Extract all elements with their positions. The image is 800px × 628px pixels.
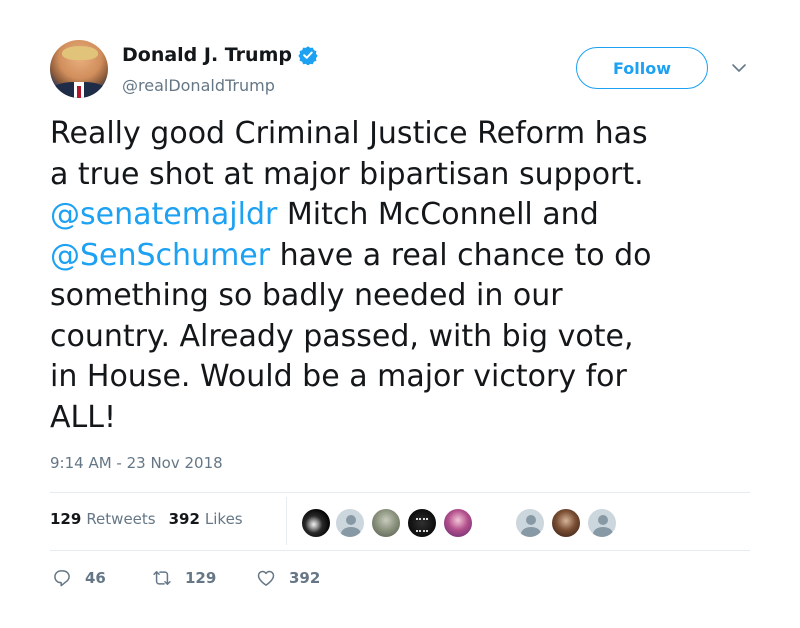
divider (50, 492, 750, 493)
tweet-text-segment: a true shot at major bipartisan support. (50, 156, 644, 192)
tweet-text-line: Really good Criminal Justice Reform has (50, 114, 770, 155)
tweet-text-segment: Mitch McConnell and (277, 197, 599, 232)
liker-avatar[interactable] (586, 507, 618, 539)
follow-button[interactable]: Follow (576, 47, 708, 89)
tweet-timestamp[interactable]: 9:14 AM - 23 Nov 2018 (50, 454, 223, 472)
liker-avatar[interactable] (370, 507, 402, 539)
retweets-count[interactable]: 129 (50, 510, 81, 528)
chevron-down-icon[interactable] (731, 62, 747, 74)
avatar-hair (62, 46, 98, 60)
like-action[interactable]: 392 (256, 568, 320, 588)
avatar-tie (77, 86, 81, 98)
tweet-text-line: @senatemajldr Mitch McConnell and (50, 195, 770, 236)
divider (50, 550, 750, 551)
display-name[interactable]: Donald J. Trump (122, 44, 292, 66)
reply-icon (54, 570, 70, 587)
retweet-icon (153, 571, 171, 585)
retweet-count: 129 (185, 569, 217, 587)
tweet-text-line: something so badly needed in our (50, 276, 770, 317)
liker-avatar[interactable] (406, 507, 438, 539)
tweet-text-line: in House. Would be a major victory for (50, 357, 770, 398)
tweet-text-line: ALL! (50, 398, 770, 439)
mention-link[interactable]: @senatemajldr (50, 197, 277, 232)
tweet-card: Donald J. Trump @realDonaldTrump Follow … (0, 0, 800, 628)
liker-avatar[interactable] (514, 507, 546, 539)
liker-avatar[interactable] (334, 507, 366, 539)
liker-avatar[interactable] (442, 507, 474, 539)
like-count: 392 (289, 569, 321, 587)
engagement-stats: 129 Retweets 392 Likes (50, 510, 243, 528)
tweet-text-segment: in House. Would be a major victory for (50, 359, 627, 394)
tweet-text-segment: Really good Criminal Justice Reform has (50, 116, 648, 151)
tweet-text-line: country. Already passed, with big vote, (50, 317, 770, 358)
tweet-text-segment: have a real chance to do (270, 237, 652, 273)
tweet-text-segment: ALL! (50, 399, 116, 435)
reply-count: 46 (85, 569, 106, 587)
reply-action[interactable]: 46 (52, 568, 152, 588)
tweet-actions: 46 129 392 (52, 568, 320, 588)
tweet-text: Really good Criminal Justice Reform has a… (50, 114, 770, 438)
user-handle[interactable]: @realDonaldTrump (122, 76, 275, 95)
profile-avatar[interactable] (50, 40, 108, 98)
author-name-row: Donald J. Trump (122, 44, 318, 66)
heart-icon (257, 570, 275, 586)
retweets-label[interactable]: Retweets (86, 510, 155, 528)
tweet-text-line: a true shot at major bipartisan support. (50, 155, 770, 196)
tweet-text-segment: something so badly needed in our (50, 278, 563, 313)
tweet-text-line: @SenSchumer have a real chance to do (50, 236, 770, 277)
likes-label[interactable]: Likes (205, 510, 243, 528)
liker-avatar[interactable] (550, 507, 582, 539)
verified-badge-icon (298, 46, 318, 65)
mention-link[interactable]: @SenSchumer (50, 238, 270, 273)
retweet-action[interactable]: 129 (152, 568, 256, 588)
tweet-text-segment: country. Already passed, with big vote, (50, 318, 634, 354)
liker-avatar[interactable] (300, 507, 332, 539)
likes-count[interactable]: 392 (169, 510, 200, 528)
stats-separator (286, 497, 287, 545)
